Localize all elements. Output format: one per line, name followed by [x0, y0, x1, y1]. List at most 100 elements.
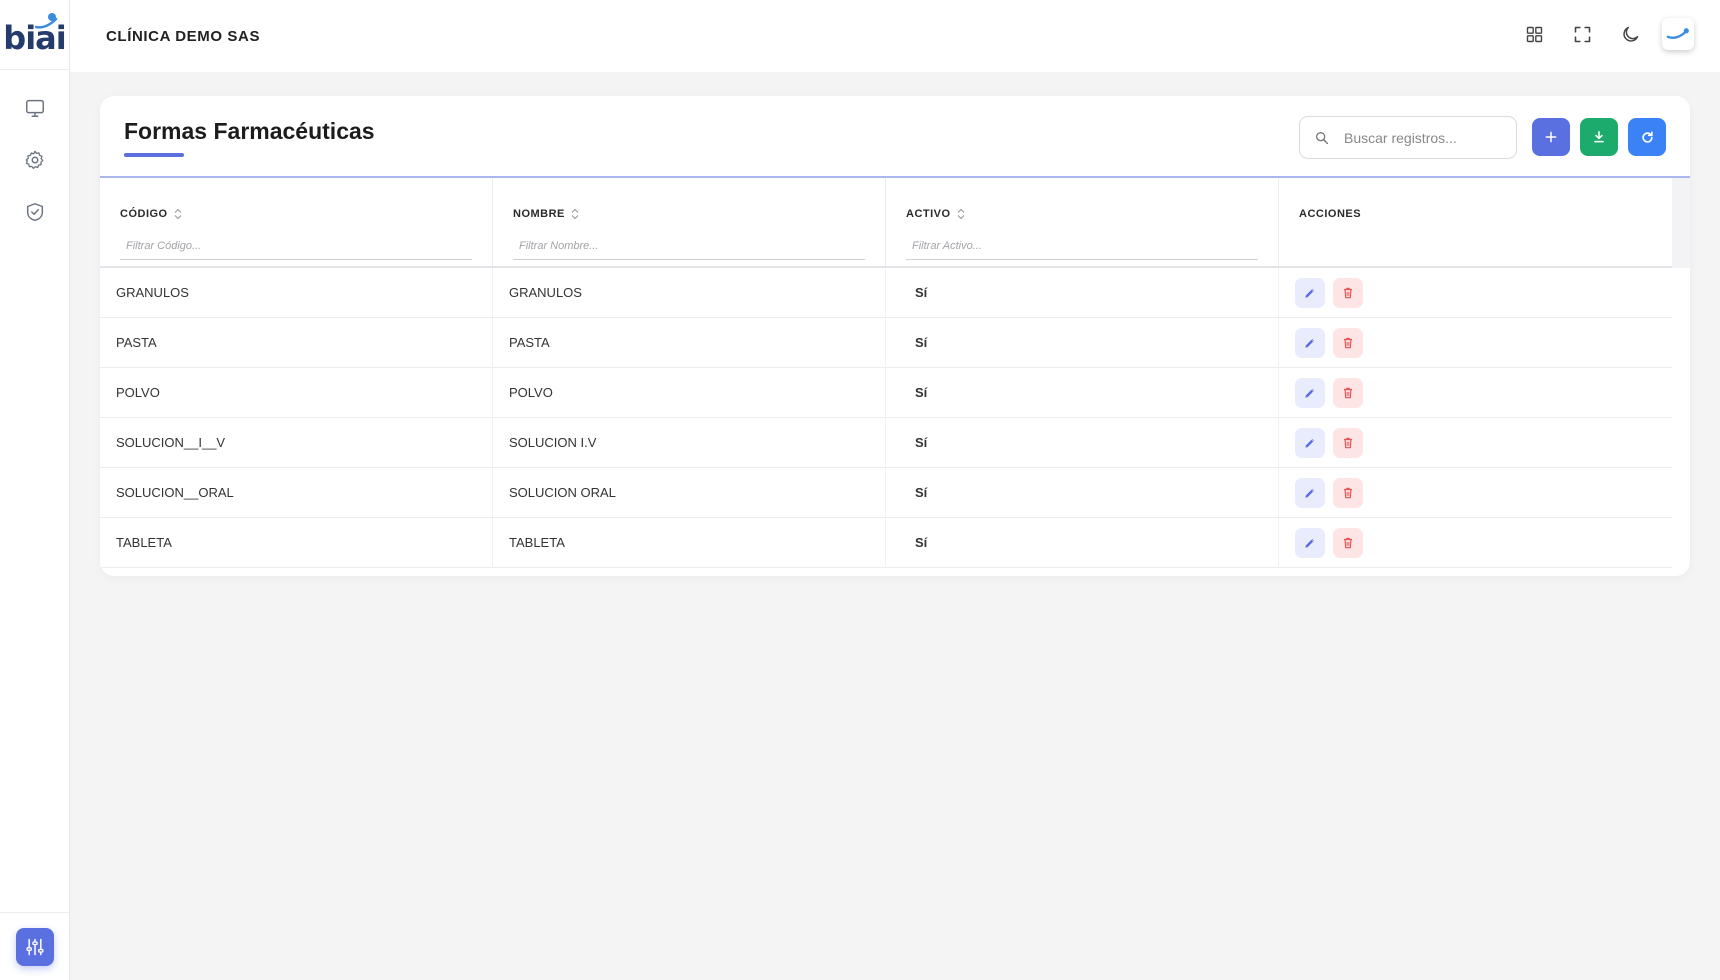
filter-codigo-input[interactable] — [120, 232, 472, 260]
table-scrollbar[interactable] — [1672, 178, 1690, 268]
sidebar-nav — [0, 70, 69, 244]
edit-button[interactable] — [1295, 277, 1325, 308]
column-label-text: ACTIVO — [906, 208, 951, 220]
cell-codigo: SOLUCION__ORAL — [100, 467, 493, 518]
header-actions — [1504, 16, 1694, 52]
cell-acciones — [1279, 418, 1672, 468]
sort-icon — [571, 208, 579, 220]
column-label-text: NOMBRE — [513, 208, 565, 220]
cell-nombre: GRANULOS — [493, 267, 886, 318]
search-icon — [1316, 131, 1329, 144]
column-label-text: ACCIONES — [1299, 208, 1362, 220]
cell-codigo: POLVO — [100, 367, 493, 418]
sort-icon — [957, 208, 964, 220]
app-logo[interactable]: biai — [0, 0, 69, 70]
table-body: GRANULOS GRANULOS Sí PASTA PASTA Sí POLVO POLVO… — [100, 267, 1672, 568]
customizer-button[interactable] — [16, 927, 54, 966]
cell-activo: Sí — [886, 517, 1279, 568]
delete-button[interactable] — [1333, 277, 1363, 308]
cell-activo: Sí — [886, 417, 1279, 468]
logo-dot — [48, 13, 56, 21]
cell-nombre: PASTA — [493, 317, 886, 368]
column-header-acciones: ACCIONES — [1279, 178, 1672, 266]
filter-nombre-input[interactable] — [513, 232, 865, 260]
edit-button[interactable] — [1295, 477, 1325, 508]
cell-acciones — [1279, 368, 1672, 418]
refresh-button[interactable] — [1628, 118, 1666, 156]
trash-icon — [1343, 287, 1353, 298]
fullscreen-button[interactable] — [1564, 16, 1600, 52]
sidebar: biai — [0, 0, 70, 980]
delete-button[interactable] — [1333, 477, 1363, 508]
filter-activo-input[interactable] — [906, 232, 1258, 260]
data-table: CÓDIGO NOMBRE ACTIVO — [100, 178, 1672, 568]
column-label-text: CÓDIGO — [120, 208, 168, 220]
cell-nombre: POLVO — [493, 367, 886, 418]
cell-acciones — [1279, 318, 1672, 368]
cell-activo: Sí — [886, 467, 1279, 518]
fullscreen-icon — [1574, 26, 1590, 42]
trash-icon — [1343, 337, 1353, 348]
trash-icon — [1343, 537, 1353, 548]
grid-icon — [1526, 26, 1542, 42]
column-header-activo: ACTIVO — [886, 178, 1279, 266]
cell-codigo: GRANULOS — [100, 267, 493, 318]
edit-button[interactable] — [1295, 427, 1325, 458]
pencil-icon — [1305, 488, 1315, 498]
avatar-logo-icon — [1666, 28, 1689, 39]
edit-button[interactable] — [1295, 327, 1325, 358]
cell-nombre: TABLETA — [493, 517, 886, 568]
table-row: SOLUCION__I__V SOLUCION I.V Sí — [100, 417, 1672, 468]
pencil-icon — [1305, 338, 1315, 348]
column-label-activo[interactable]: ACTIVO — [906, 208, 965, 220]
sort-icon — [174, 208, 182, 220]
plus-icon — [1545, 131, 1557, 143]
company-name: CLÍNICA DEMO SAS — [106, 27, 261, 45]
logo-swoosh-icon — [34, 17, 58, 29]
trash-icon — [1343, 437, 1353, 448]
column-label-nombre[interactable]: NOMBRE — [513, 208, 579, 220]
cell-acciones — [1279, 518, 1672, 568]
top-header: CLÍNICA DEMO SAS — [70, 0, 1720, 72]
table-row: POLVO POLVO Sí — [100, 367, 1672, 418]
edit-button[interactable] — [1295, 527, 1325, 558]
delete-button[interactable] — [1333, 527, 1363, 558]
pencil-icon — [1305, 538, 1315, 548]
column-header-codigo: CÓDIGO — [100, 178, 493, 266]
gear-icon — [25, 150, 43, 169]
avatar[interactable] — [1662, 18, 1694, 50]
table-row: GRANULOS GRANULOS Sí — [100, 267, 1672, 318]
cell-acciones — [1279, 268, 1672, 318]
sidebar-item-security[interactable] — [15, 192, 55, 232]
cell-nombre: SOLUCION I.V — [493, 417, 886, 468]
cell-activo: Sí — [886, 267, 1279, 318]
pencil-icon — [1305, 438, 1315, 448]
sidebar-item-dashboard[interactable] — [15, 88, 55, 128]
cell-acciones — [1279, 468, 1672, 518]
cell-activo: Sí — [886, 367, 1279, 418]
refresh-icon — [1641, 130, 1653, 143]
column-header-nombre: NOMBRE — [493, 178, 886, 266]
monitor-icon — [25, 99, 44, 117]
pencil-icon — [1305, 388, 1315, 398]
sliders-icon — [26, 938, 44, 955]
add-button[interactable] — [1532, 118, 1570, 156]
apps-grid-button[interactable] — [1516, 16, 1552, 52]
page-title: Formas Farmacéuticas — [124, 118, 375, 144]
search-input[interactable] — [1344, 129, 1494, 146]
table-header: CÓDIGO NOMBRE ACTIVO — [100, 178, 1672, 268]
download-button[interactable] — [1580, 118, 1618, 156]
sidebar-item-settings[interactable] — [15, 140, 55, 180]
pencil-icon — [1305, 288, 1315, 298]
delete-button[interactable] — [1333, 327, 1363, 358]
delete-button[interactable] — [1333, 427, 1363, 458]
table-row: SOLUCION__ORAL SOLUCION ORAL Sí — [100, 467, 1672, 518]
trash-icon — [1343, 387, 1353, 398]
edit-button[interactable] — [1295, 377, 1325, 408]
dark-mode-button[interactable] — [1612, 16, 1648, 52]
table-row: PASTA PASTA Sí — [100, 317, 1672, 368]
column-label-codigo[interactable]: CÓDIGO — [120, 208, 182, 220]
delete-button[interactable] — [1333, 377, 1363, 408]
table-row: TABLETA TABLETA Sí — [100, 517, 1672, 568]
card-header: Formas Farmacéuticas — [100, 96, 1690, 178]
